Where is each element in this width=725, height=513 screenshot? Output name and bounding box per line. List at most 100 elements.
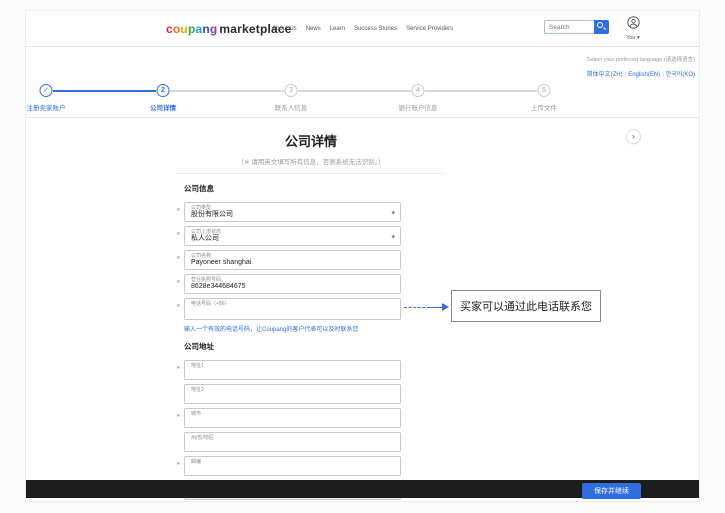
company-form: 公司信息 * 公司类型 股份有限公司 ▾ * 公司上市状态 私人公司 ▾ * 公… — [177, 183, 401, 501]
company-listing-status-select[interactable]: 公司上市状态 私人公司 ▾ — [184, 226, 401, 246]
field-label: 地址2 — [191, 387, 204, 393]
state-province-input[interactable]: 州/省/地区 — [184, 432, 401, 452]
required-mark: * — [177, 232, 180, 239]
required-mark: * — [177, 304, 180, 311]
step-number: 2 — [161, 87, 165, 94]
section-heading-company-address: 公司地址 — [184, 342, 214, 351]
nav-news[interactable]: News — [306, 26, 321, 32]
chevron-down-icon: ▾ — [391, 234, 395, 241]
page-card: coupang marketplace About Us News Learn S… — [25, 10, 700, 502]
language-option-ko[interactable]: 한국어(KO) — [666, 72, 695, 78]
search-bar — [544, 20, 609, 34]
step-connector — [170, 90, 284, 92]
field-label: 城市 — [191, 411, 202, 417]
field-value: 股份有限公司 — [191, 211, 233, 218]
title-block: 公司详情 （※ 请用英文填写所有信息，否则系统无法识别。） — [26, 131, 596, 166]
city-input[interactable]: 城市 — [184, 408, 401, 428]
save-and-continue-button[interactable]: 保存并继续 — [582, 483, 641, 499]
company-type-select[interactable]: 公司类型 股份有限公司 ▾ — [184, 202, 401, 222]
nav-success-stories[interactable]: Success Stories — [354, 26, 397, 32]
form-row: * 邮编 — [177, 456, 401, 476]
phone-number-input[interactable]: 电话号码（+86） — [184, 298, 401, 320]
required-mark: * — [177, 366, 180, 373]
step-1-label: 注册卖家账户 — [26, 105, 66, 112]
step-connector — [298, 90, 411, 92]
user-menu[interactable]: You ▾ — [621, 16, 645, 41]
step-number: 5 — [542, 87, 546, 94]
page-subtitle: （※ 请用英文填写所有信息，否则系统无法识别。） — [237, 159, 385, 166]
chevron-right-icon: › — [632, 131, 635, 141]
check-icon: ✓ — [43, 87, 49, 94]
nav-service-providers[interactable]: Service Providers — [406, 26, 453, 32]
callout-arrow-head — [442, 303, 449, 311]
top-header: coupang marketplace About Us News Learn S… — [26, 11, 699, 47]
field-value: Payoneer shanghai — [191, 259, 252, 266]
logo-letter: n — [202, 22, 210, 36]
search-icon — [597, 22, 603, 28]
language-selector: Select your preferred language (请选择语言) 简… — [587, 55, 695, 81]
chevron-down-icon: ▾ — [391, 210, 395, 217]
required-mark: * — [177, 280, 180, 287]
field-label: 地址1 — [191, 363, 204, 369]
field-label: 邮编 — [191, 459, 202, 465]
expand-panel-button[interactable]: › — [626, 129, 641, 144]
business-license-number-input[interactable]: 营业执照号码 8628e344684675 — [184, 274, 401, 294]
step-3-label: 联系人信息 — [274, 105, 308, 112]
step-3-circle[interactable]: 3 — [284, 84, 298, 97]
step-1-circle[interactable]: ✓ — [39, 84, 53, 97]
language-option-en[interactable]: English(EN) — [628, 72, 660, 78]
form-row: * 公司类型 股份有限公司 ▾ — [177, 202, 401, 222]
form-row: * 公司名称 Payoneer shanghai — [177, 250, 401, 270]
header-nav: About Us News Learn Success Stories Serv… — [272, 26, 453, 32]
field-value: 8628e344684675 — [191, 283, 246, 290]
step-connector — [425, 90, 537, 92]
search-input[interactable] — [544, 20, 594, 34]
form-row: * 地址1 — [177, 360, 401, 380]
step-2-circle[interactable]: 2 — [156, 84, 170, 97]
title-divider — [176, 173, 446, 174]
postal-code-input[interactable]: 邮编 — [184, 456, 401, 476]
address-line1-input[interactable]: 地址1 — [184, 360, 401, 380]
required-mark: * — [177, 462, 180, 469]
language-separator: | — [624, 72, 627, 78]
step-number: 3 — [289, 87, 293, 94]
language-separator: | — [662, 72, 664, 78]
step-connector — [53, 90, 156, 92]
form-row: * 城市 — [177, 408, 401, 428]
step-5-circle[interactable]: 5 — [537, 84, 551, 97]
step-5-label: 上传文件 — [531, 105, 557, 112]
form-row: * 电话号码（+86） — [177, 298, 401, 320]
section-heading-company-info: 公司信息 — [184, 184, 214, 193]
address-line2-input[interactable]: 地址2 — [184, 384, 401, 404]
required-mark: * — [177, 414, 180, 421]
required-mark: * — [177, 208, 180, 215]
field-label: 电话号码（+86） — [191, 301, 230, 307]
step-4-label: 银行账户信息 — [398, 105, 438, 112]
header-divider — [26, 117, 699, 118]
step-2-label: 公司详情 — [150, 105, 176, 112]
nav-about-us[interactable]: About Us — [272, 26, 297, 32]
field-value: 私人公司 — [191, 235, 219, 242]
phone-callout-text: 买家可以通过此电话联系您 — [460, 301, 592, 313]
user-menu-label: You ▾ — [626, 35, 640, 41]
language-option-zh[interactable]: 简体中文(ZH) — [587, 72, 623, 78]
callout-arrow-dashed — [404, 307, 430, 308]
phone-callout-box: 买家可以通过此电话联系您 — [451, 290, 601, 322]
step-4-circle[interactable]: 4 — [411, 84, 425, 97]
footer-bar: 保存并继续 — [26, 480, 699, 499]
phone-helper-link[interactable]: 输入一个有效的电话号码，让Coupang的客户代表可以及时联系您 — [184, 324, 401, 333]
form-row: 州/省/地区 — [184, 432, 401, 452]
field-label: 州/省/地区 — [191, 435, 214, 441]
logo-letter: c — [166, 22, 173, 36]
user-icon — [626, 16, 640, 29]
page-title: 公司详情 — [284, 134, 337, 149]
search-button[interactable] — [594, 20, 609, 34]
form-row: 地址2 — [184, 384, 401, 404]
required-mark: * — [177, 256, 180, 263]
logo-letter: u — [180, 22, 188, 36]
language-prompt: Select your preferred language (请选择语言) — [586, 57, 695, 63]
nav-learn[interactable]: Learn — [330, 26, 345, 32]
company-name-input[interactable]: 公司名称 Payoneer shanghai — [184, 250, 401, 270]
form-row: * 公司上市状态 私人公司 ▾ — [177, 226, 401, 246]
step-number: 4 — [416, 87, 420, 94]
